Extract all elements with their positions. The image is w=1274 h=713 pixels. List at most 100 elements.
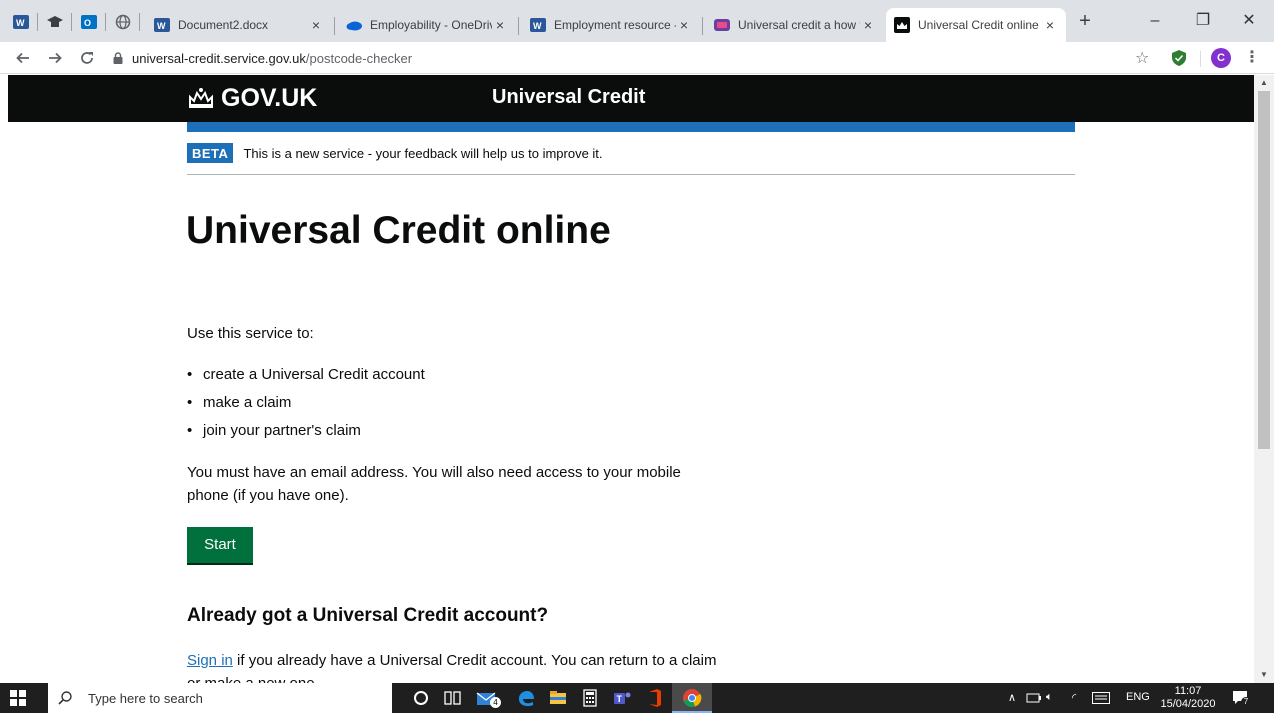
new-tab-button[interactable]: + bbox=[1074, 11, 1096, 33]
windows-taskbar: Type here to search 4 T ∧ 🔈︎ ◜ ENG 11:07… bbox=[0, 683, 1274, 713]
govuk-logo[interactable]: GOV.UK bbox=[221, 84, 317, 113]
tab-close-icon[interactable]: × bbox=[1042, 17, 1058, 33]
cortana-icon[interactable] bbox=[411, 688, 431, 708]
tab-close-icon[interactable]: × bbox=[676, 17, 692, 33]
edge-icon[interactable] bbox=[516, 688, 536, 708]
video-icon bbox=[714, 17, 730, 33]
action-center-button[interactable]: 7 bbox=[1232, 690, 1251, 707]
teams-icon[interactable]: T bbox=[612, 688, 632, 708]
onedrive-icon bbox=[346, 17, 362, 33]
lock-icon bbox=[113, 52, 123, 64]
tab-title: Employability - OneDrive bbox=[370, 18, 492, 32]
clock-date: 15/04/2020 bbox=[1160, 698, 1216, 710]
list-item-text: join your partner's claim bbox=[203, 422, 361, 439]
input-language[interactable]: ENG bbox=[1126, 691, 1150, 703]
govuk-header: GOV.UK Universal Credit bbox=[8, 75, 1254, 122]
start-button[interactable]: Start bbox=[187, 527, 253, 563]
word-icon: W bbox=[530, 17, 546, 33]
tab-employability-onedrive[interactable]: Employability - OneDrive × bbox=[338, 8, 516, 42]
pinned-separator bbox=[37, 13, 38, 31]
address-bar[interactable]: universal-credit.service.gov.uk/postcode… bbox=[112, 46, 1122, 70]
list-item: • make a claim bbox=[187, 392, 425, 420]
toolbar-separator bbox=[1200, 51, 1201, 67]
reload-button[interactable] bbox=[76, 47, 98, 69]
phase-divider bbox=[187, 174, 1075, 175]
tab-title: Universal credit a how to bbox=[738, 18, 860, 32]
tab-separator bbox=[518, 17, 519, 35]
tab-title: Document2.docx bbox=[178, 18, 269, 32]
pinned-separator bbox=[139, 13, 140, 31]
beta-tag: BETA bbox=[187, 143, 234, 163]
signin-paragraph: Sign in if you already have a Universal … bbox=[187, 649, 727, 683]
service-uses-list: • create a Universal Credit account • make… bbox=[187, 364, 425, 448]
globe-icon bbox=[115, 14, 131, 30]
scroll-down-arrow-icon[interactable]: ▼ bbox=[1254, 667, 1274, 683]
taskbar-clock[interactable]: 11:07 15/04/2020 bbox=[1160, 685, 1216, 711]
sign-in-link[interactable]: Sign in bbox=[187, 652, 233, 669]
pinned-tab-word[interactable]: W bbox=[10, 11, 32, 33]
svg-text:W: W bbox=[157, 21, 166, 31]
url-host: universal-credit.service.gov.uk bbox=[132, 50, 306, 66]
svg-text:W: W bbox=[16, 18, 25, 28]
tab-universal-credit-online[interactable]: Universal Credit online - × bbox=[886, 8, 1066, 42]
tab-universal-credit-how-to[interactable]: Universal credit a how to × bbox=[706, 8, 884, 42]
phase-banner: BETA This is a new service - your feedba… bbox=[187, 143, 603, 163]
network-icon[interactable] bbox=[1026, 692, 1042, 704]
back-arrow-icon bbox=[16, 52, 29, 64]
word-icon: W bbox=[13, 15, 29, 29]
tab-separator bbox=[334, 17, 335, 35]
browser-menu-icon[interactable]: ⋮ bbox=[1244, 47, 1260, 69]
mail-taskbar-icon[interactable]: 4 bbox=[476, 688, 504, 708]
file-explorer-icon[interactable] bbox=[548, 688, 568, 708]
tab-close-icon[interactable]: × bbox=[308, 17, 324, 33]
svg-text:W: W bbox=[533, 21, 542, 31]
show-hidden-icons-chevron-icon[interactable]: ∧ bbox=[1008, 691, 1016, 704]
bullet-icon: • bbox=[187, 422, 193, 439]
scroll-up-arrow-icon[interactable]: ▲ bbox=[1254, 75, 1274, 91]
task-view-icon[interactable] bbox=[443, 688, 463, 708]
keyboard-icon[interactable] bbox=[1092, 692, 1110, 704]
notification-count: 7 bbox=[1241, 697, 1251, 707]
tab-title: Employment resource - I bbox=[554, 18, 676, 32]
restore-button[interactable]: ❐ bbox=[1180, 8, 1226, 34]
account-heading: Already got a Universal Credit account? bbox=[187, 605, 549, 626]
pinned-tab-outlook[interactable]: O bbox=[78, 11, 100, 33]
bookmark-star-icon[interactable]: ☆ bbox=[1135, 48, 1149, 68]
windows-start-icon[interactable] bbox=[10, 690, 26, 706]
close-window-button[interactable]: ✕ bbox=[1226, 8, 1272, 34]
svg-text:O: O bbox=[84, 18, 91, 28]
browser-toolbar: universal-credit.service.gov.uk/postcode… bbox=[0, 42, 1274, 74]
pinned-tab-graduation[interactable] bbox=[44, 11, 66, 33]
taskbar-search-box[interactable]: Type here to search bbox=[48, 683, 392, 713]
tab-close-icon[interactable]: × bbox=[860, 17, 876, 33]
service-intro: Use this service to: bbox=[187, 325, 314, 342]
pinned-separator bbox=[105, 13, 106, 31]
tab-document2[interactable]: W Document2.docx × bbox=[146, 8, 332, 42]
office-icon[interactable] bbox=[644, 688, 664, 708]
calculator-icon[interactable] bbox=[580, 688, 600, 708]
wifi-icon[interactable]: ◜ bbox=[1072, 691, 1076, 704]
volume-icon[interactable]: 🔈︎ bbox=[1046, 691, 1053, 704]
crown-icon[interactable] bbox=[187, 87, 215, 109]
bullet-icon: • bbox=[187, 366, 193, 383]
page-scrollbar[interactable]: ▲ ▼ bbox=[1254, 75, 1274, 683]
profile-avatar[interactable]: C bbox=[1211, 48, 1231, 68]
scrollbar-thumb[interactable] bbox=[1258, 91, 1270, 449]
service-name[interactable]: Universal Credit bbox=[492, 86, 645, 109]
mail-badge: 4 bbox=[490, 697, 501, 708]
pinned-tab-globe[interactable] bbox=[112, 11, 134, 33]
shield-extension-icon[interactable] bbox=[1172, 50, 1186, 66]
tab-close-icon[interactable]: × bbox=[492, 17, 508, 33]
list-item-text: create a Universal Credit account bbox=[203, 366, 425, 383]
signin-text: if you already have a Universal Credit a… bbox=[187, 652, 717, 683]
chrome-taskbar-button[interactable] bbox=[672, 683, 712, 713]
forward-button[interactable] bbox=[44, 47, 66, 69]
list-item-text: make a claim bbox=[203, 394, 292, 411]
pinned-separator bbox=[71, 13, 72, 31]
minimize-button[interactable]: – bbox=[1132, 8, 1178, 34]
url-path: /postcode-checker bbox=[305, 50, 413, 66]
clock-time: 11:07 bbox=[1174, 685, 1202, 697]
tab-employment-resource[interactable]: W Employment resource - I × bbox=[522, 8, 700, 42]
browser-tab-strip: W O W Document2.docx × Employability - O… bbox=[0, 0, 1274, 42]
back-button[interactable] bbox=[12, 47, 34, 69]
